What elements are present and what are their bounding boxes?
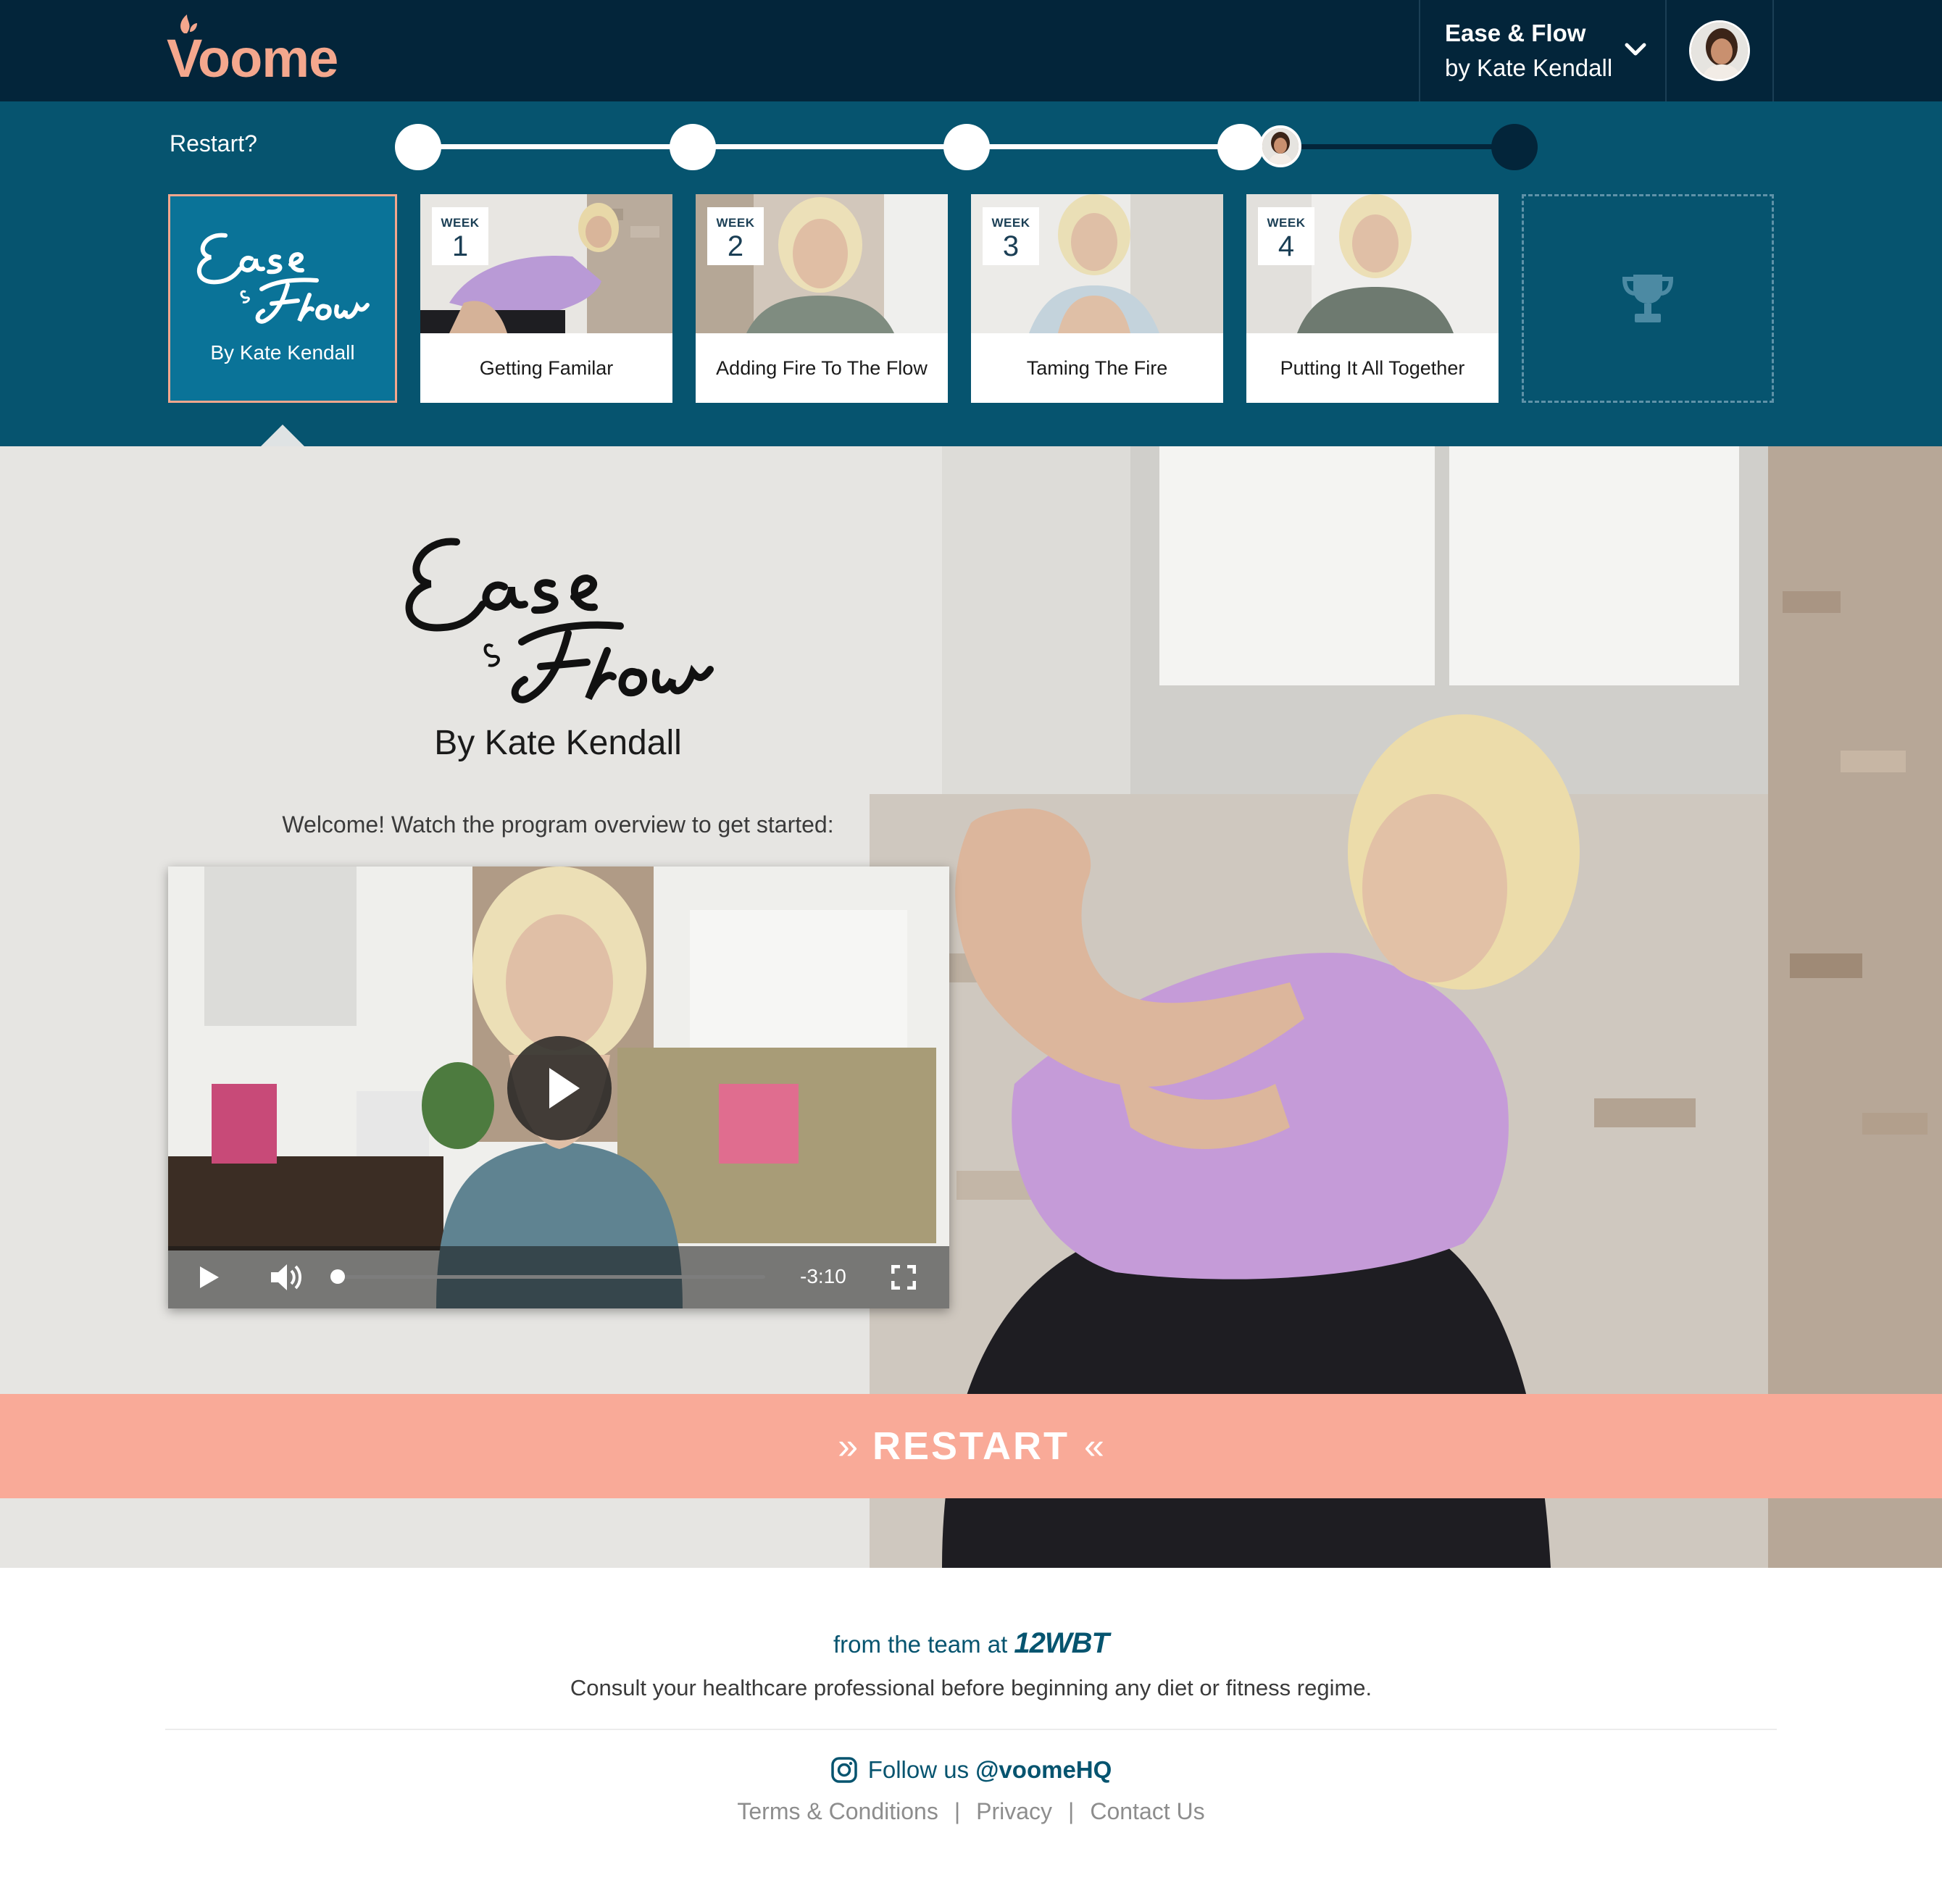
week-title: Taming The Fire [1026,357,1168,379]
voome-logo[interactable]: Voome [167,14,338,88]
week-title: Adding Fire To The Flow [716,357,928,379]
progress-node-week-2[interactable] [943,124,990,170]
fullscreen-icon[interactable] [891,1265,916,1290]
week-4-photo: WEEK 4 [1246,194,1499,333]
footer-links: Terms & Conditions | Privacy | Contact U… [0,1798,1942,1825]
top-navigation-bar: Voome Ease & Flow by Kate Kendall [0,0,1942,101]
follow-prefix: Follow us [867,1756,970,1783]
time-remaining: -3:10 [800,1265,846,1287]
progress-node-week-1[interactable] [670,124,716,170]
chevron-down-icon[interactable] [1625,42,1646,57]
leaf-icon [180,14,197,33]
user-avatar[interactable] [1689,20,1750,81]
footer-notch [870,1568,1072,1608]
instagram-icon[interactable] [830,1756,858,1784]
week-number: 1 [451,230,469,262]
progress-node-intro[interactable] [395,124,441,170]
progress-node-week-3[interactable] [1217,124,1264,170]
progress-node-finish[interactable] [1491,124,1538,170]
volume-icon[interactable] [270,1262,303,1293]
footer-divider [165,1729,1777,1730]
hero-byline: By Kate Kendall [434,724,682,762]
program-title: Ease & Flow [1445,20,1586,46]
video-controls: -3:10 [168,1246,949,1308]
play-icon[interactable] [199,1265,220,1290]
intro-card-byline: By Kate Kendall [210,341,355,364]
brand-name: Voome [167,28,338,88]
play-icon [549,1068,580,1108]
progress-track-completed [418,144,1237,149]
restart-label: RESTART [872,1424,1070,1468]
link-separator: | [954,1798,961,1824]
progress-track-remaining [1280,144,1526,149]
trophy-icon [1622,275,1674,322]
user-avatar-photo [1262,128,1299,164]
health-disclaimer: Consult your healthcare professional bef… [570,1675,1372,1700]
follow-link[interactable]: Follow us @voomeHQ [868,1756,1112,1784]
follow-handle: @voomeHQ [975,1756,1112,1783]
program-selector[interactable]: Ease & Flow by Kate Kendall [1419,0,1665,101]
week-number: 3 [1002,230,1020,262]
restart-link[interactable]: Restart? [170,130,257,157]
week-card-3[interactable]: WEEK 3 Taming The Fire [971,194,1223,403]
user-menu[interactable] [1665,0,1774,101]
week-number: 4 [1278,230,1295,262]
terms-link[interactable]: Terms & Conditions [737,1798,938,1825]
week-title: Getting Familar [479,357,614,379]
week-card-1[interactable]: WEEK 1 Getting Familar [420,194,672,403]
contact-link[interactable]: Contact Us [1090,1798,1204,1825]
active-card-pointer [261,425,304,446]
scrubber-handle[interactable] [330,1269,345,1284]
ease-flow-script-logo [197,233,370,324]
week-1-photo: WEEK 1 [420,194,672,333]
week-title: Putting It All Together [1280,357,1465,379]
week-badge: WEEK 2 [707,207,764,265]
program-author: by Kate Kendall [1445,54,1613,81]
restart-button[interactable]: » RESTART « [0,1394,1942,1498]
week-2-photo: WEEK 2 [696,194,948,333]
week-label: WEEK [1267,216,1306,230]
program-intro-card[interactable]: By Kate Kendall [168,194,397,403]
program-overview-video[interactable]: -3:10 [168,867,949,1308]
restart-right-chevrons: « [1084,1426,1104,1466]
week-badge: WEEK 3 [983,207,1039,265]
team-credit: from the team at 12WBT [0,1627,1942,1660]
link-separator: | [1068,1798,1075,1824]
week-label: WEEK [441,216,480,230]
12wbt-logo[interactable]: 12WBT [1014,1627,1109,1659]
big-play-button[interactable] [507,1036,612,1140]
week-badge: WEEK 1 [432,207,488,265]
program-reward-slot [1522,194,1774,403]
week-card-4[interactable]: WEEK 4 Putting It All Together [1246,194,1499,403]
restart-left-chevrons: » [838,1426,858,1466]
user-avatar-photo [1691,22,1748,79]
week-number: 2 [727,230,744,262]
ease-flow-script-logo [405,538,714,703]
week-label: WEEK [991,216,1030,230]
week-card-2[interactable]: WEEK 2 Adding Fire To The Flow [696,194,948,403]
welcome-message: Welcome! Watch the program overview to g… [282,811,834,838]
privacy-link[interactable]: Privacy [976,1798,1052,1825]
program-label: Ease & Flow by Kate Kendall [1445,16,1612,85]
social-follow: Follow us @voomeHQ [0,1756,1942,1784]
team-prefix: from the team at [833,1631,1008,1658]
week-label: WEEK [716,216,755,230]
week-badge: WEEK 4 [1258,207,1314,265]
progress-current-avatar [1259,125,1301,167]
video-scrubber[interactable] [330,1269,765,1284]
week-3-photo: WEEK 3 [971,194,1223,333]
